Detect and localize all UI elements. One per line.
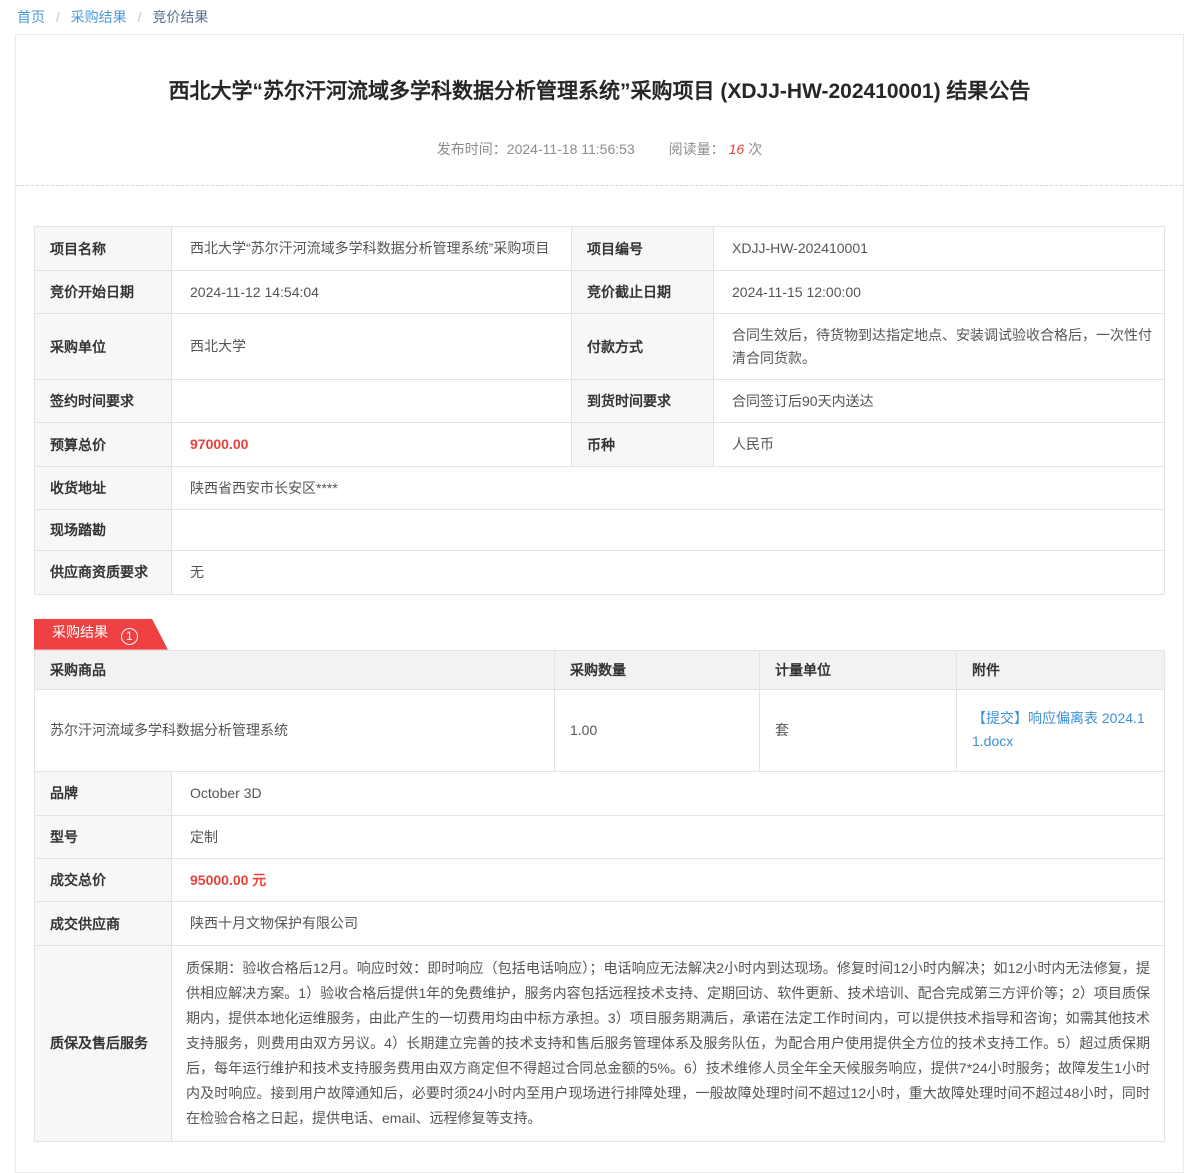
project-name-value: 西北大学“苏尔汗河流域多学科数据分析管理系统”采购项目 (172, 227, 572, 270)
supplier-qualification-label: 供应商资质要求 (35, 551, 172, 594)
supplier-qualification-value: 无 (172, 551, 1165, 594)
purchaser-value: 西北大学 (172, 314, 572, 380)
table-row: 现场踏勘 (35, 510, 1165, 551)
currency-value: 人民币 (714, 423, 1165, 466)
table-row: 竞价开始日期 2024-11-12 14:54:04 竞价截止日期 2024-1… (35, 270, 1165, 313)
winning-supplier-value: 陕西十月文物保护有限公司 (172, 902, 1165, 945)
unit-column-header: 计量单位 (760, 650, 957, 689)
project-name-label: 项目名称 (35, 227, 172, 270)
warranty-service-label: 质保及售后服务 (35, 945, 172, 1141)
product-column-header: 采购商品 (35, 650, 555, 689)
bid-start-label: 竞价开始日期 (35, 270, 172, 313)
delivery-time-value: 合同签订后90天内送达 (714, 380, 1165, 423)
product-quantity-cell: 1.00 (555, 689, 760, 772)
signing-time-value (172, 380, 572, 423)
product-row: 苏尔汗河流域多学科数据分析管理系统 1.00 套 【提交】响应偏离表 2024.… (35, 689, 1165, 772)
publish-meta-line: 发布时间：2024-11-18 11:56:53 阅读量：16次 (76, 139, 1123, 185)
table-row: 预算总价 97000.00 币种 人民币 (35, 423, 1165, 466)
announcement-body: 项目名称 西北大学“苏尔汗河流域多学科数据分析管理系统”采购项目 项目编号 XD… (16, 186, 1183, 1171)
breadcrumb-home-link[interactable]: 首页 (17, 9, 45, 25)
views-count: 16 (729, 141, 745, 157)
table-row: 品牌 October 3D (35, 772, 1165, 815)
brand-value: October 3D (172, 772, 1165, 815)
publish-time-label: 发布时间： (437, 141, 507, 157)
table-row: 收货地址 陕西省西安市长安区**** (35, 466, 1165, 509)
table-row: 项目名称 西北大学“苏尔汗河流域多学科数据分析管理系统”采购项目 项目编号 XD… (35, 227, 1165, 270)
result-tab-label: 采购结果 (52, 624, 108, 640)
bid-deadline-label: 竞价截止日期 (572, 270, 714, 313)
breadcrumb: 首页 / 采购结果 / 竞价结果 (0, 0, 1199, 34)
brand-label: 品牌 (35, 772, 172, 815)
announcement-card: 西北大学“苏尔汗河流域多学科数据分析管理系统”采购项目 (XDJJ-HW-202… (15, 34, 1184, 1173)
project-number-label: 项目编号 (572, 227, 714, 270)
bid-start-value: 2024-11-12 14:54:04 (172, 270, 572, 313)
result-product-table: 采购商品 采购数量 计量单位 附件 苏尔汗河流域多学科数据分析管理系统 1.00… (34, 650, 1165, 773)
breadcrumb-separator: / (56, 9, 60, 25)
breadcrumb-separator: / (138, 9, 142, 25)
result-detail-table: 品牌 October 3D 型号 定制 成交总价 95000.00 元 成交供应… (34, 771, 1165, 1142)
publish-time-value: 2024-11-18 11:56:53 (507, 141, 635, 157)
deal-total-price-value: 95000.00 元 (172, 858, 1165, 901)
budget-total-value: 97000.00 (172, 423, 572, 466)
currency-label: 币种 (572, 423, 714, 466)
project-info-table: 项目名称 西北大学“苏尔汗河流域多学科数据分析管理系统”采购项目 项目编号 XD… (34, 226, 1165, 594)
site-survey-value (172, 510, 1165, 551)
table-row: 成交总价 95000.00 元 (35, 858, 1165, 901)
winning-supplier-label: 成交供应商 (35, 902, 172, 945)
table-row: 采购单位 西北大学 付款方式 合同生效后，待货物到达指定地点、安装调试验收合格后… (35, 314, 1165, 380)
budget-total-label: 预算总价 (35, 423, 172, 466)
model-value: 定制 (172, 815, 1165, 858)
result-table-header-row: 采购商品 采购数量 计量单位 附件 (35, 650, 1165, 689)
breadcrumb-procurement-results-link[interactable]: 采购结果 (71, 9, 127, 25)
deal-total-price-label: 成交总价 (35, 858, 172, 901)
site-survey-label: 现场踏勘 (35, 510, 172, 551)
signing-time-label: 签约时间要求 (35, 380, 172, 423)
quantity-column-header: 采购数量 (555, 650, 760, 689)
table-row: 质保及售后服务 质保期：验收合格后12月。响应时效：即时响应（包括电话响应）；电… (35, 945, 1165, 1141)
table-row: 签约时间要求 到货时间要求 合同签订后90天内送达 (35, 380, 1165, 423)
breadcrumb-current-bidding-results: 竞价结果 (152, 9, 208, 25)
product-name-cell: 苏尔汗河流域多学科数据分析管理系统 (35, 689, 555, 772)
views-unit: 次 (748, 141, 762, 157)
table-row: 型号 定制 (35, 815, 1165, 858)
procurement-result-tab: 采购结果 1 (34, 619, 168, 650)
result-count-badge: 1 (121, 628, 138, 645)
delivery-address-value: 陕西省西安市长安区**** (172, 466, 1165, 509)
product-unit-cell: 套 (760, 689, 957, 772)
views-label: 阅读量： (669, 141, 725, 157)
page-title: 西北大学“苏尔汗河流域多学科数据分析管理系统”采购项目 (XDJJ-HW-202… (76, 77, 1123, 107)
bid-deadline-value: 2024-11-15 12:00:00 (714, 270, 1165, 313)
model-label: 型号 (35, 815, 172, 858)
warranty-service-value: 质保期：验收合格后12月。响应时效：即时响应（包括电话响应）；电话响应无法解决2… (172, 945, 1165, 1141)
project-number-value: XDJJ-HW-202410001 (714, 227, 1165, 270)
table-row: 成交供应商 陕西十月文物保护有限公司 (35, 902, 1165, 945)
payment-method-label: 付款方式 (572, 314, 714, 380)
delivery-address-label: 收货地址 (35, 466, 172, 509)
announcement-header: 西北大学“苏尔汗河流域多学科数据分析管理系统”采购项目 (XDJJ-HW-202… (16, 35, 1183, 185)
payment-method-value: 合同生效后，待货物到达指定地点、安装调试验收合格后，一次性付清合同货款。 (714, 314, 1165, 380)
purchaser-label: 采购单位 (35, 314, 172, 380)
attachment-download-link[interactable]: 【提交】响应偏离表 2024.11.docx (972, 707, 1152, 755)
attachment-column-header: 附件 (957, 650, 1165, 689)
table-row: 供应商资质要求 无 (35, 551, 1165, 594)
result-tab-wrap: 采购结果 1 (34, 619, 1165, 650)
delivery-time-label: 到货时间要求 (572, 380, 714, 423)
